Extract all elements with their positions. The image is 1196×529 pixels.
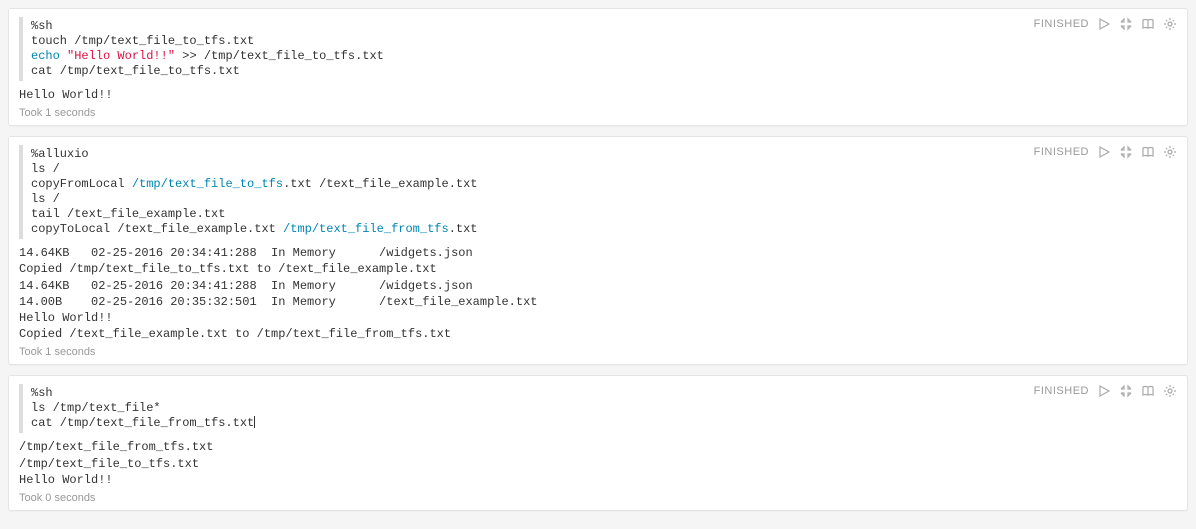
code-editor[interactable]: %alluxio ls / copyFromLocal /tmp/text_fi…	[19, 145, 1177, 239]
gear-icon[interactable]	[1163, 17, 1177, 31]
cell-output: Hello World!!	[19, 87, 1177, 103]
status-label: FINISHED	[1034, 385, 1089, 397]
code-editor[interactable]: %sh ls /tmp/text_file* cat /tmp/text_fil…	[19, 384, 1177, 433]
book-icon[interactable]	[1141, 384, 1155, 398]
book-icon[interactable]	[1141, 145, 1155, 159]
execution-time: Took 0 seconds	[19, 492, 1177, 504]
execution-time: Took 1 seconds	[19, 346, 1177, 358]
gear-icon[interactable]	[1163, 145, 1177, 159]
play-icon[interactable]	[1097, 145, 1111, 159]
execution-time: Took 1 seconds	[19, 107, 1177, 119]
status-label: FINISHED	[1034, 146, 1089, 158]
cell-toolbar: FINISHED	[1034, 384, 1177, 398]
cell-output: 14.64KB 02-25-2016 20:34:41:288 In Memor…	[19, 245, 1177, 342]
play-icon[interactable]	[1097, 384, 1111, 398]
notebook-cell: FINISHED%alluxio ls / copyFromLocal /tmp…	[8, 136, 1188, 365]
cell-output: /tmp/text_file_from_tfs.txt /tmp/text_fi…	[19, 439, 1177, 488]
notebook-cell: FINISHED%sh touch /tmp/text_file_to_tfs.…	[8, 8, 1188, 126]
collapse-icon[interactable]	[1119, 17, 1133, 31]
status-label: FINISHED	[1034, 18, 1089, 30]
code-editor[interactable]: %sh touch /tmp/text_file_to_tfs.txt echo…	[19, 17, 1177, 81]
collapse-icon[interactable]	[1119, 384, 1133, 398]
cell-toolbar: FINISHED	[1034, 17, 1177, 31]
collapse-icon[interactable]	[1119, 145, 1133, 159]
gear-icon[interactable]	[1163, 384, 1177, 398]
notebook-cell: FINISHED%sh ls /tmp/text_file* cat /tmp/…	[8, 375, 1188, 511]
play-icon[interactable]	[1097, 17, 1111, 31]
cell-toolbar: FINISHED	[1034, 145, 1177, 159]
book-icon[interactable]	[1141, 17, 1155, 31]
